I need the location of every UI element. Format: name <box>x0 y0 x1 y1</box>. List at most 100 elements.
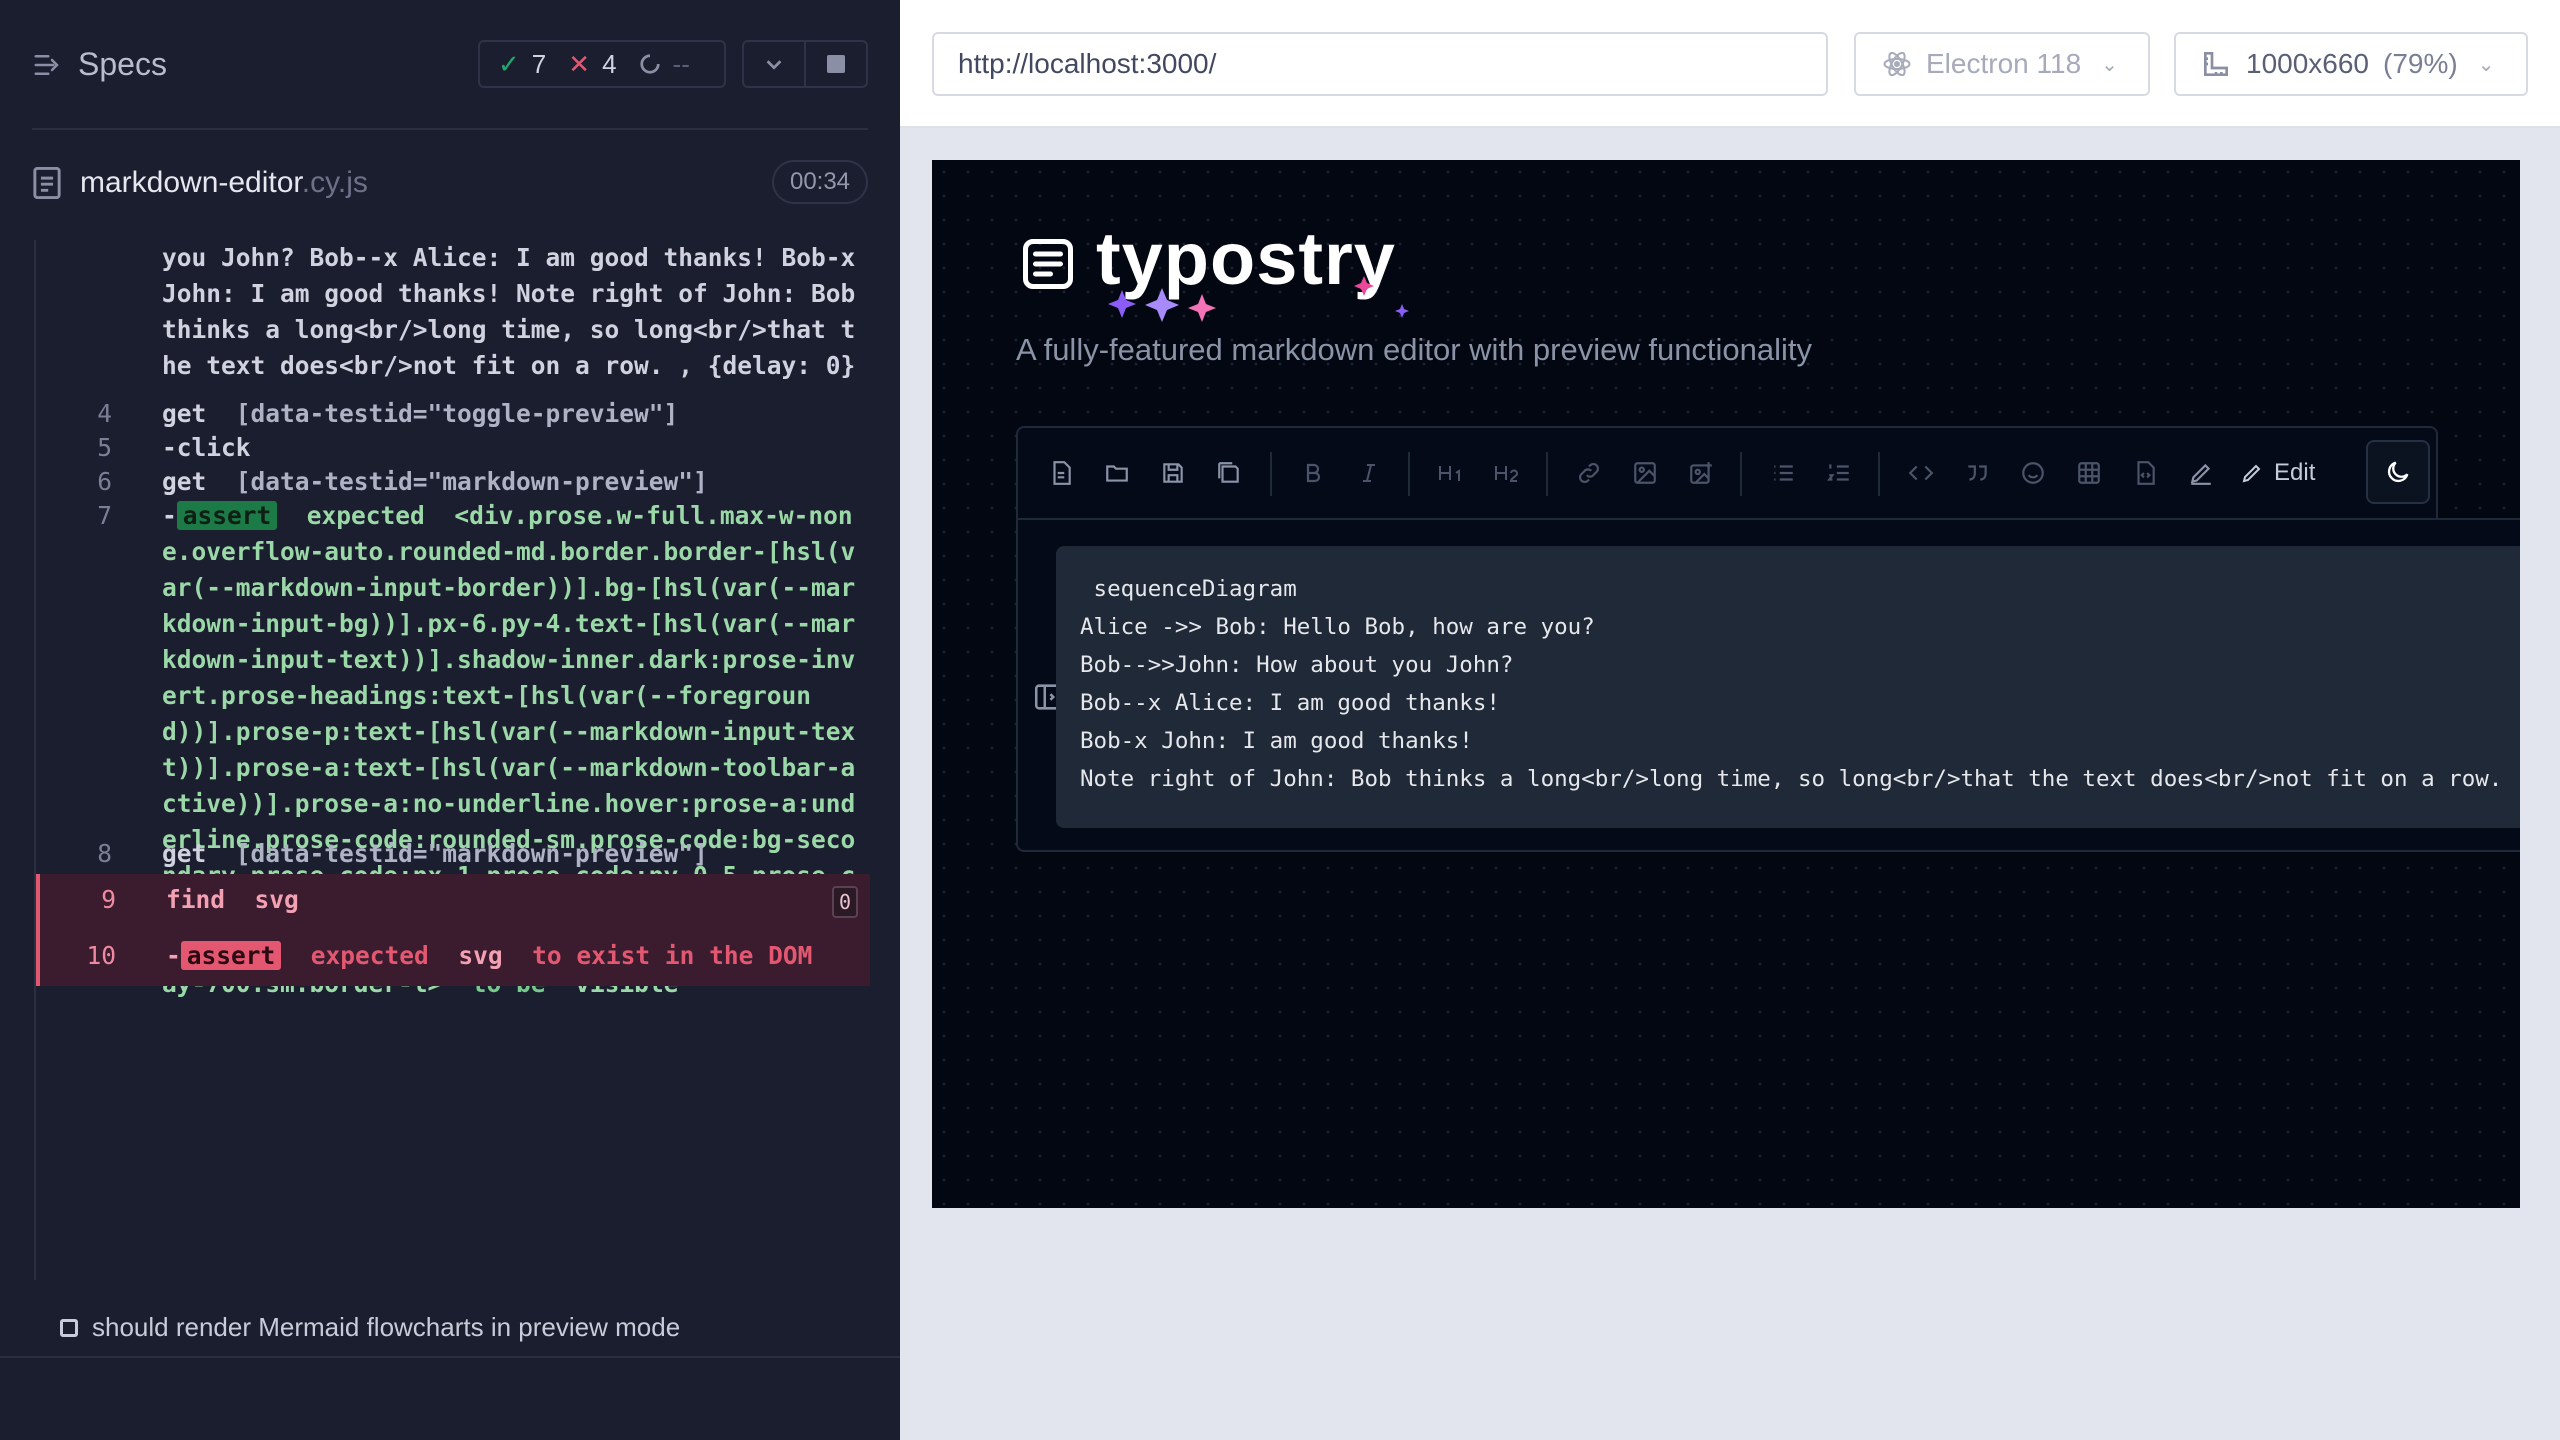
italic-icon <box>1363 464 1375 482</box>
element-count-badge: 0 <box>832 886 858 918</box>
next-test-title: should render Mermaid flowcharts in prev… <box>92 1312 681 1342</box>
browser-select[interactable]: Electron 118 ⌄ <box>1854 32 2150 96</box>
command-log: you John? Bob--x Alice: I am good thanks… <box>34 240 870 1280</box>
quote-button[interactable] <box>1954 450 2000 496</box>
command-body: get [data-testid="markdown-preview"] <box>162 464 862 500</box>
electron-icon <box>1883 51 1911 77</box>
edit-label: Edit <box>2274 459 2316 486</box>
command-continuation[interactable]: you John? Bob--x Alice: I am good thanks… <box>36 240 870 388</box>
viewport-select[interactable]: 1000x660 (79%) ⌄ <box>2174 32 2528 96</box>
image-button[interactable] <box>1622 450 1668 496</box>
numbered-list-button[interactable] <box>1816 450 1862 496</box>
reporter-header: Specs ✓ 7 ✕ 4 -- <box>0 0 900 132</box>
spinner-icon <box>639 54 660 74</box>
italic-button[interactable] <box>1346 450 1392 496</box>
command-body: -click <box>162 430 862 466</box>
heading2-button[interactable] <box>1484 450 1530 496</box>
failed-stat: ✕ 4 <box>568 49 616 80</box>
document-icon <box>33 166 61 200</box>
chevron-down-icon <box>766 60 782 70</box>
link-button[interactable] <box>1566 450 1612 496</box>
open-button[interactable] <box>1094 450 1140 496</box>
stop-icon <box>827 55 845 73</box>
stop-button[interactable] <box>804 42 866 86</box>
chevron-down-icon: ⌄ <box>2477 53 2495 76</box>
command-arg: svg <box>254 885 299 914</box>
command-arg: [data-testid="markdown-preview"] <box>235 839 708 868</box>
code-icon <box>1908 465 1934 481</box>
heading1-button[interactable] <box>1428 450 1474 496</box>
browser-toolbar: http://localhost:3000/ Electron 118 ⌄ 10… <box>900 0 2560 128</box>
save-as-button[interactable] <box>1206 450 1252 496</box>
ruler-icon <box>2204 52 2228 76</box>
image-upload-icon <box>1690 462 1712 484</box>
new-file-icon <box>1053 461 1071 485</box>
command-number: 4 <box>97 399 112 428</box>
passed-count: 7 <box>531 48 547 79</box>
theme-toggle-button[interactable] <box>2366 440 2430 504</box>
save-as-icon <box>1218 462 1239 483</box>
toggle-preview-button[interactable]: Edit <box>2240 450 2315 496</box>
command-name: get <box>162 839 207 868</box>
image-upload-button[interactable] <box>1678 450 1724 496</box>
command-name: -click <box>162 433 251 462</box>
failed-assert-row[interactable]: 10 - assert expected svg to exist in the … <box>36 930 870 986</box>
assert-rest: to exist in the DOM <box>532 941 813 970</box>
bullet-list-button[interactable] <box>1760 450 1806 496</box>
specs-list-icon[interactable] <box>32 50 62 80</box>
command-arg: [data-testid="toggle-preview"] <box>235 399 679 428</box>
code-line: Note right of John: Bob thinks a long<br… <box>1080 766 2503 792</box>
collapse-all-button[interactable] <box>744 42 804 86</box>
document-logo-icon <box>1023 239 1073 289</box>
new-file-button[interactable] <box>1038 450 1084 496</box>
pending-count: -- <box>672 48 690 79</box>
spec-file-basename: markdown-editor <box>80 166 302 199</box>
command-row[interactable]: 8 get [data-testid="markdown-preview"] <box>36 836 870 876</box>
assert-row[interactable]: 7 - assert expected <div.prose.w-full.max… <box>36 498 870 998</box>
table-icon <box>2078 462 2100 484</box>
draw-button[interactable] <box>2178 450 2224 496</box>
code-button[interactable] <box>1898 450 1944 496</box>
emoji-button[interactable] <box>2010 450 2056 496</box>
open-folder-icon <box>1106 465 1128 482</box>
bold-button[interactable] <box>1290 450 1336 496</box>
command-body: get [data-testid="toggle-preview"] <box>162 396 862 432</box>
save-button[interactable] <box>1150 450 1196 496</box>
command-body: - assert expected svg to exist in the DOM <box>166 938 866 974</box>
failed-command-row[interactable]: 9 find svg 0 <box>36 874 870 930</box>
failed-count: 4 <box>602 48 617 79</box>
table-button[interactable] <box>2066 450 2112 496</box>
save-icon <box>1163 463 1183 483</box>
next-test-row[interactable]: should render Mermaid flowcharts in prev… <box>60 1312 680 1343</box>
chevron-down-icon: ⌄ <box>2101 53 2118 76</box>
test-status-icon <box>60 1318 78 1337</box>
bold-icon <box>1306 463 1321 483</box>
heading2-icon <box>1495 466 1518 482</box>
numbered-list-icon <box>1827 464 1849 481</box>
command-prefix: - <box>166 941 181 970</box>
spec-file-row[interactable]: markdown-editor.cy.js 00:34 <box>0 150 900 216</box>
app-under-test: typostry A fully-featured markdown edito… <box>932 160 2520 1208</box>
command-arg: [data-testid="markdown-preview"] <box>235 467 708 496</box>
command-body: find svg <box>166 882 866 918</box>
code-file-button[interactable] <box>2122 450 2168 496</box>
emoji-icon <box>2022 462 2044 484</box>
command-number: 10 <box>86 941 116 970</box>
assert-badge: assert <box>176 501 278 530</box>
assert-expected: expected <box>306 501 425 530</box>
pencil-icon <box>2242 464 2261 483</box>
command-text: you John? Bob--x Alice: I am good thanks… <box>162 243 871 380</box>
code-line: Alice ->> Bob: Hello Bob, how are you? <box>1080 614 1595 640</box>
command-number: 8 <box>97 839 112 868</box>
specs-title[interactable]: Specs <box>78 46 167 83</box>
spec-file-extension: .cy.js <box>301 166 368 199</box>
pending-stat: -- <box>639 49 690 80</box>
assert-badge: assert <box>180 941 282 970</box>
assert-subject: svg <box>458 941 503 970</box>
editor-toolbar: Edit <box>1016 426 2438 520</box>
url-field[interactable]: http://localhost:3000/ <box>932 32 1828 96</box>
toolbar-divider <box>1408 452 1410 496</box>
viewport-size: 1000x660 <box>2246 48 2370 79</box>
link-icon <box>1579 463 1599 483</box>
bullet-list-icon <box>1774 465 1793 481</box>
